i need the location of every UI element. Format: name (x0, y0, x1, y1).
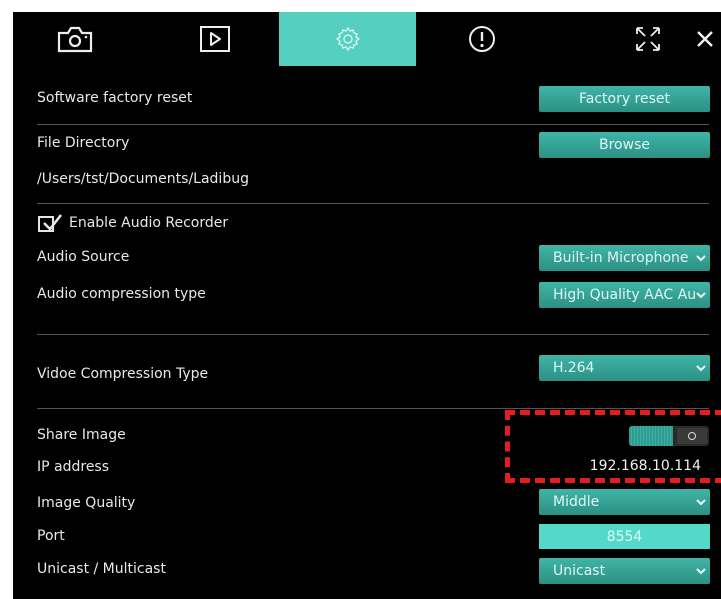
chevron-down-icon (696, 568, 706, 575)
chevron-down-icon (696, 365, 706, 372)
divider (37, 408, 709, 409)
divider (37, 334, 709, 335)
settings-tab[interactable] (279, 12, 416, 66)
audio-compression-label: Audio compression type (37, 286, 206, 302)
audio-source-select[interactable]: Built-in Microphone (539, 245, 710, 271)
factory-reset-label: Software factory reset (37, 90, 193, 106)
port-label: Port (37, 528, 65, 544)
camera-icon (57, 26, 93, 53)
audio-compression-select[interactable]: High Quality AAC Au (539, 282, 710, 308)
close-icon (697, 31, 713, 47)
chevron-down-icon (696, 255, 706, 262)
image-quality-value: Middle (553, 494, 600, 510)
info-icon (469, 26, 495, 52)
image-quality-select[interactable]: Middle (539, 489, 710, 515)
cast-mode-value: Unicast (553, 563, 606, 579)
enable-audio-label: Enable Audio Recorder (69, 215, 229, 231)
info-tab[interactable] (452, 12, 512, 66)
highlight-annotation (505, 410, 721, 483)
chevron-down-icon (696, 292, 706, 299)
audio-source-value: Built-in Microphone (553, 250, 689, 266)
checkmark-icon (43, 214, 63, 231)
cast-mode-label: Unicast / Multicast (37, 561, 166, 577)
video-compression-select[interactable]: H.264 (539, 355, 710, 381)
divider (37, 203, 709, 204)
audio-source-label: Audio Source (37, 249, 130, 265)
camera-tab[interactable] (40, 12, 110, 66)
video-compression-label: Vidoe Compression Type (37, 366, 209, 382)
cast-mode-select[interactable]: Unicast (539, 558, 710, 584)
play-icon (200, 26, 230, 52)
playback-tab[interactable] (180, 12, 250, 66)
video-compression-value: H.264 (553, 360, 595, 376)
chevron-down-icon (696, 499, 706, 506)
gear-icon (335, 26, 360, 52)
fullscreen-button[interactable] (628, 12, 668, 66)
audio-compression-value: High Quality AAC Au (553, 287, 697, 303)
ip-address-label: IP address (37, 459, 110, 475)
port-input[interactable]: 8554 (539, 524, 710, 549)
file-directory-label: File Directory (37, 135, 130, 151)
directory-path: /Users/tst/Documents/Ladibug (37, 171, 249, 187)
image-quality-label: Image Quality (37, 495, 136, 511)
expand-icon (636, 27, 660, 51)
factory-reset-button[interactable]: Factory reset (539, 86, 710, 112)
share-image-label: Share Image (37, 427, 126, 443)
browse-button[interactable]: Browse (539, 132, 710, 158)
close-button[interactable] (690, 12, 720, 66)
divider (37, 124, 709, 125)
